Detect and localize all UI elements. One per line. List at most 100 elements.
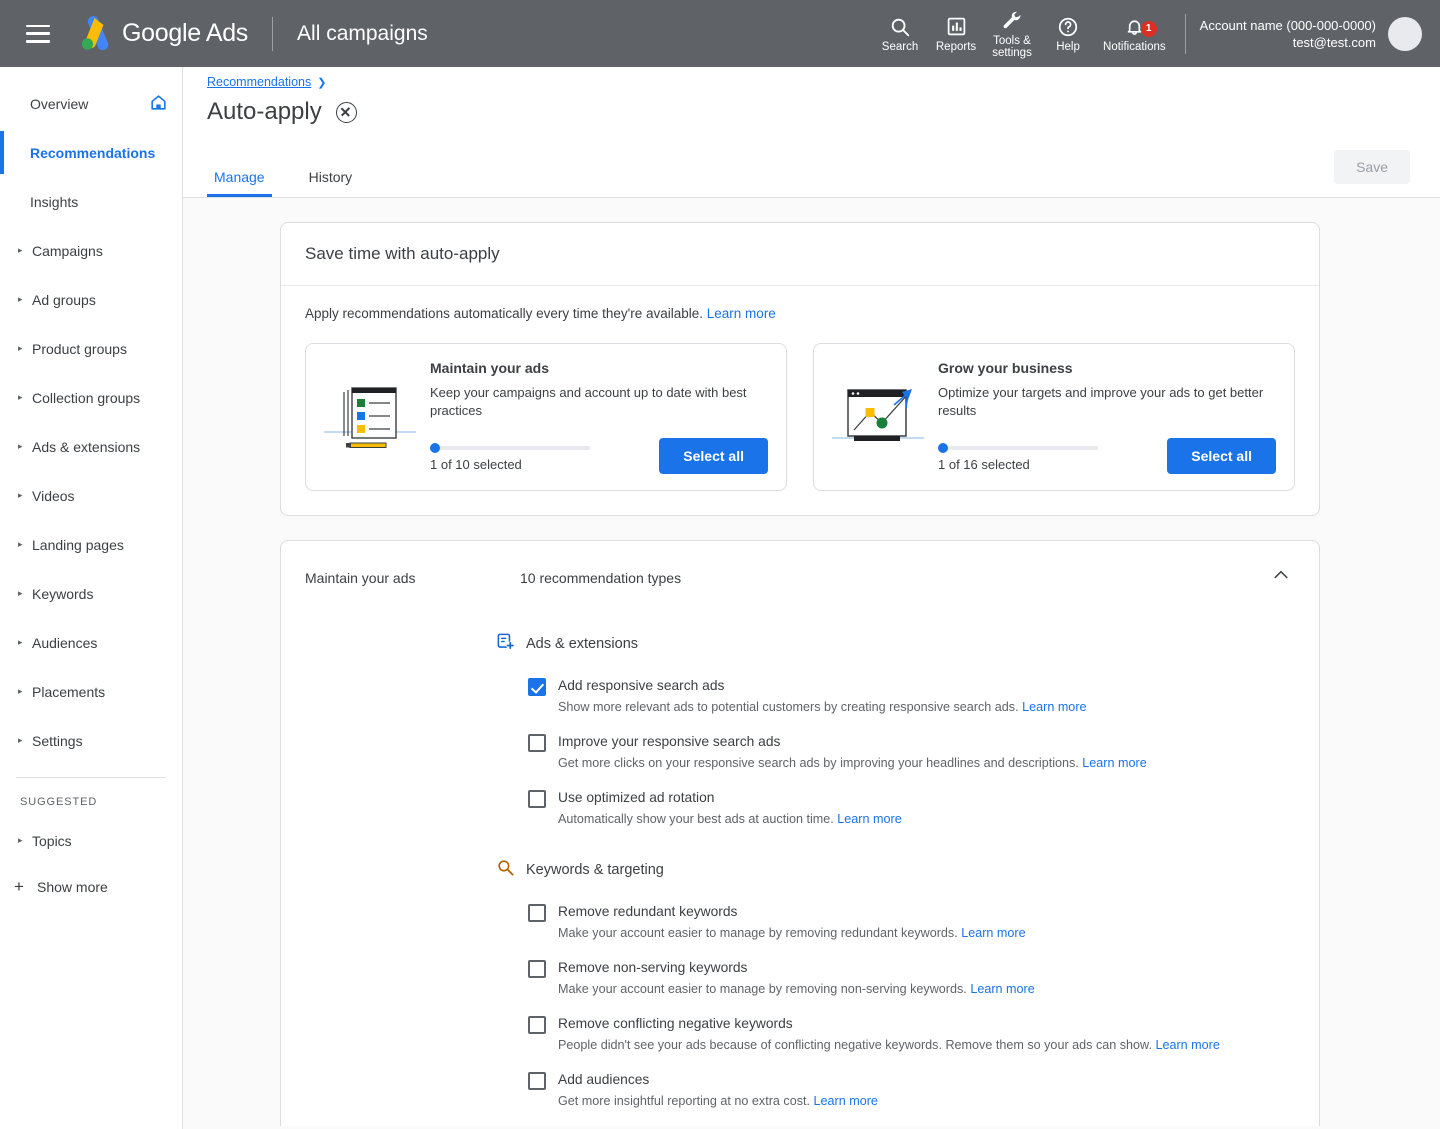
sidebar-item-keywords[interactable]: ▸ Keywords	[0, 569, 182, 618]
content-scroll-area[interactable]: Save time with auto-apply Apply recommen…	[183, 198, 1440, 1126]
checkbox-improve-your-responsive-search-ads[interactable]	[528, 734, 546, 752]
select-all-button-maintain[interactable]: Select all	[659, 438, 768, 474]
account-name: Account name (000-000-0000)	[1199, 17, 1376, 33]
help-button[interactable]: Help	[1040, 15, 1096, 53]
chevron-right-icon: ▸	[18, 835, 23, 845]
recommendation-option: Use optimized ad rotation Automatically s…	[496, 782, 1295, 838]
sidebar-item-label: Overview	[30, 95, 89, 112]
google-ads-logo[interactable]: Google Ads	[76, 15, 248, 53]
save-button[interactable]: Save	[1334, 150, 1410, 184]
checkbox-add-responsive-search-ads[interactable]	[528, 678, 546, 696]
hero-learn-more-link[interactable]: Learn more	[707, 306, 776, 321]
sidebar-item-audiences[interactable]: ▸ Audiences	[0, 618, 182, 667]
sidebar-item-product-groups[interactable]: ▸ Product groups	[0, 324, 182, 373]
recommendation-option: Remove non-serving keywords Make your acc…	[496, 952, 1295, 1008]
goal-content-grow: Grow your business Optimize your targets…	[938, 360, 1276, 474]
sidebar-show-more[interactable]: + Show more	[0, 865, 182, 909]
progress-label-maintain: 1 of 10 selected	[430, 457, 522, 472]
option-text: Improve your responsive search ads Get mo…	[558, 732, 1147, 772]
option-learn-more-link[interactable]: Learn more	[970, 982, 1034, 996]
checkbox-remove-conflicting-negative-keywords[interactable]	[528, 1016, 546, 1034]
page-header: Recommendations ❯ Auto-apply Save	[183, 67, 1440, 184]
sidebar-item-placements[interactable]: ▸ Placements	[0, 667, 182, 716]
chevron-right-icon: ▸	[18, 245, 23, 255]
goal-content-maintain: Maintain your ads Keep your campaigns an…	[430, 360, 768, 474]
sidebar-nav-list: Overview Recommendations Insights ▸ Campaign…	[0, 79, 182, 765]
sidebar-item-topics[interactable]: ▸ Topics	[0, 816, 182, 865]
checkbox-remove-redundant-keywords[interactable]	[528, 904, 546, 922]
option-learn-more-link[interactable]: Learn more	[837, 812, 901, 826]
tab-history[interactable]: History	[302, 169, 360, 197]
checkbox-remove-non-serving-keywords[interactable]	[528, 960, 546, 978]
option-text: Remove non-serving keywords Make your acc…	[558, 958, 1035, 998]
google-ads-mark-icon	[81, 15, 109, 50]
breadcrumb: Recommendations ❯	[207, 67, 1416, 89]
sidebar-item-overview[interactable]: Overview	[0, 79, 182, 128]
goal-cards-row: Maintain your ads Keep your campaigns an…	[305, 343, 1295, 491]
reports-button[interactable]: Reports	[928, 15, 984, 53]
sidebar-item-label: Topics	[32, 832, 72, 849]
account-info[interactable]: Account name (000-000-0000) test@test.co…	[1200, 17, 1376, 51]
sidebar-item-label: Audiences	[32, 634, 98, 651]
close-circle-icon[interactable]	[335, 101, 357, 123]
top-app-bar: Google Ads All campaigns Search Reports …	[0, 0, 1440, 67]
sidebar-item-settings[interactable]: ▸ Settings	[0, 716, 182, 765]
option-learn-more-link[interactable]: Learn more	[961, 926, 1025, 940]
option-learn-more-link[interactable]: Learn more	[814, 1094, 878, 1108]
topbar-actions: Search Reports Tools & settings Help 1 N…	[872, 0, 1440, 67]
search-button[interactable]: Search	[872, 15, 928, 53]
notifications-button[interactable]: 1 Notifications	[1096, 15, 1173, 53]
option-learn-more-link[interactable]: Learn more	[1022, 700, 1086, 714]
reports-label: Reports	[935, 40, 977, 53]
title-row: Auto-apply	[207, 89, 1416, 144]
sidebar-item-label: Campaigns	[32, 242, 103, 259]
goal-card-grow-your-business: Grow your business Optimize your targets…	[813, 343, 1295, 491]
recommendation-option: Remove conflicting negative keywords Peop…	[496, 1008, 1295, 1064]
sidebar-item-videos[interactable]: ▸ Videos	[0, 471, 182, 520]
sidebar-item-collection-groups[interactable]: ▸ Collection groups	[0, 373, 182, 422]
select-all-button-grow[interactable]: Select all	[1167, 438, 1276, 474]
left-sidebar: Overview Recommendations Insights ▸ Campaign…	[0, 67, 183, 1129]
option-title: Add responsive search ads	[558, 678, 725, 693]
reports-bar-chart-icon	[946, 15, 967, 39]
brand-text: Google Ads	[122, 19, 248, 48]
sidebar-item-label: Collection groups	[32, 389, 141, 406]
sidebar-item-recommendations[interactable]: Recommendations	[0, 128, 182, 177]
sidebar-item-campaigns[interactable]: ▸ Campaigns	[0, 226, 182, 275]
sidebar-item-ads-extensions[interactable]: ▸ Ads & extensions	[0, 422, 182, 471]
sidebar-item-insights[interactable]: Insights	[0, 177, 182, 226]
brand-google: Google	[122, 19, 201, 47]
home-icon	[149, 93, 168, 115]
chevron-up-icon[interactable]	[1267, 561, 1295, 594]
progress-wrap-grow: 1 of 16 selected	[938, 443, 1098, 474]
sidebar-item-label: Videos	[32, 487, 75, 504]
checkbox-use-optimized-ad-rotation[interactable]	[528, 790, 546, 808]
sidebar-item-label: Placements	[32, 683, 106, 700]
hamburger-menu-icon[interactable]	[26, 24, 50, 43]
chevron-right-icon: ▸	[18, 588, 23, 598]
group-header: Keywords & targeting	[496, 858, 1295, 882]
goal-desc-maintain: Keep your campaigns and account up to da…	[430, 385, 747, 418]
tab-manage[interactable]: Manage	[207, 169, 272, 197]
chevron-right-icon: ▸	[18, 637, 23, 647]
checklist-clipboard-illustration	[324, 360, 416, 457]
hero-heading: Save time with auto-apply	[281, 223, 1319, 286]
sidebar-item-label: Product groups	[32, 340, 127, 357]
option-text: Remove conflicting negative keywords Peop…	[558, 1014, 1220, 1054]
breadcrumb-recommendations-link[interactable]: Recommendations	[207, 75, 311, 89]
option-text: Add audiences Get more insightful reporti…	[558, 1070, 878, 1110]
rec-types-count: 10 recommendation types	[520, 569, 682, 586]
option-subtitle: Make your account easier to manage by re…	[558, 924, 1026, 942]
all-campaigns-label[interactable]: All campaigns	[297, 22, 428, 46]
tools-settings-button[interactable]: Tools & settings	[984, 9, 1040, 59]
sidebar-item-ad-groups[interactable]: ▸ Ad groups	[0, 275, 182, 324]
checkbox-add-audiences[interactable]	[528, 1072, 546, 1090]
progress-indicator-grow	[938, 443, 948, 453]
sidebar-item-label: Landing pages	[32, 536, 124, 553]
avatar[interactable]	[1388, 16, 1422, 51]
option-learn-more-link[interactable]: Learn more	[1155, 1038, 1219, 1052]
sidebar-item-landing-pages[interactable]: ▸ Landing pages	[0, 520, 182, 569]
show-more-label: Show more	[37, 879, 108, 895]
option-learn-more-link[interactable]: Learn more	[1082, 756, 1146, 770]
account-divider	[1184, 13, 1186, 54]
